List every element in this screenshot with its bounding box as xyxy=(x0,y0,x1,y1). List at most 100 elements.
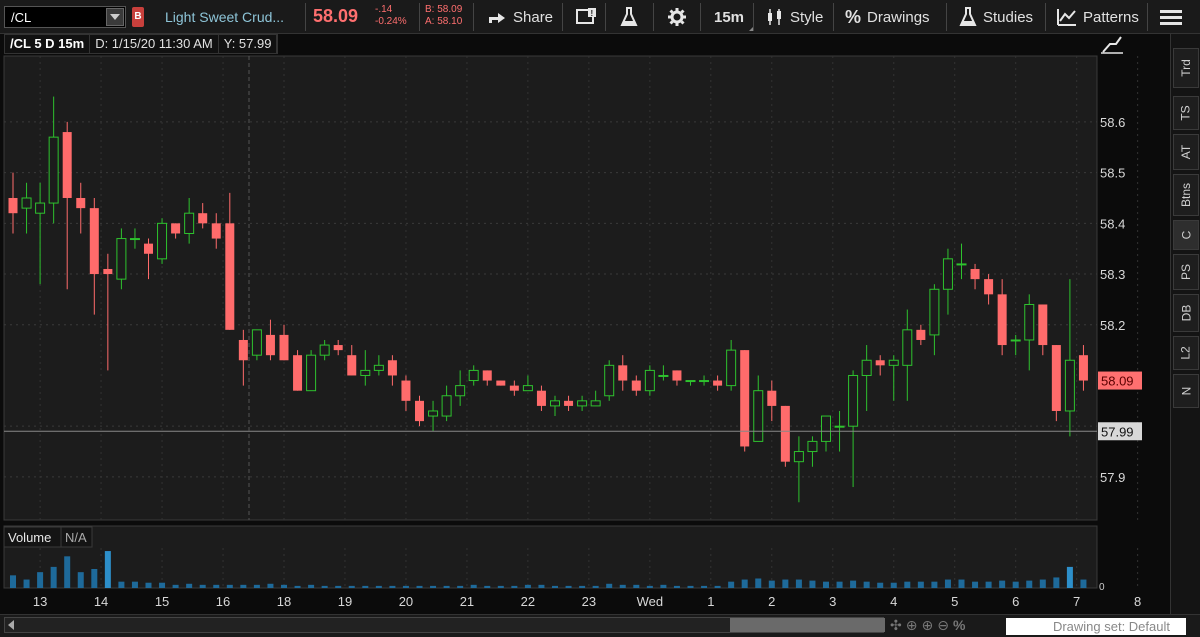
zoom-out-icon[interactable]: ⊖ xyxy=(937,617,949,634)
toolbar-menu-button[interactable] xyxy=(1160,0,1182,34)
side-tab-trd[interactable]: Trd xyxy=(1173,48,1199,88)
volume-bar xyxy=(118,581,125,588)
candle-body-down xyxy=(780,405,790,462)
volume-bar xyxy=(823,581,829,588)
side-panel-tabs: Trd TS AT Btns C PS DB L2 N xyxy=(1170,34,1200,614)
volume-bar xyxy=(538,584,545,588)
price-tick-label: 58.2 xyxy=(1100,318,1125,333)
volume-bar xyxy=(253,584,260,588)
volume-bar xyxy=(782,579,789,588)
volume-bar xyxy=(443,585,450,588)
toolbar-divider xyxy=(653,3,654,31)
style-label: Style xyxy=(790,8,824,26)
volume-bar xyxy=(213,584,220,588)
last-price-label: 58.09 xyxy=(1101,374,1134,389)
candle-body-down xyxy=(536,390,546,406)
volume-bar xyxy=(23,579,30,588)
studies-button[interactable]: Studies xyxy=(959,0,1033,34)
pan-icon[interactable]: ✣ xyxy=(890,617,902,634)
candle-body-up xyxy=(902,329,913,366)
volume-bar xyxy=(159,582,166,588)
patterns-button[interactable]: Patterns xyxy=(1057,0,1139,34)
flask-button[interactable] xyxy=(620,0,638,34)
candle-body-up xyxy=(942,258,953,290)
side-tab-ts[interactable]: TS xyxy=(1173,96,1199,130)
volume-bar xyxy=(511,585,518,588)
percent-icon: % xyxy=(845,6,862,27)
volume-bar xyxy=(701,585,708,588)
symbol-dropdown-button[interactable] xyxy=(106,8,124,26)
side-tab-ps[interactable]: PS xyxy=(1173,254,1199,290)
crosshair-icon[interactable]: ⊕ xyxy=(906,617,918,634)
volume-bar xyxy=(687,585,694,588)
candle-body-up xyxy=(699,380,710,383)
volume-bar xyxy=(281,584,287,588)
volume-label-box: Volume N/A xyxy=(3,526,93,548)
side-tab-at[interactable]: AT xyxy=(1173,134,1199,170)
toolbar-divider xyxy=(833,3,834,31)
chart-title: /CL 5 D 15m xyxy=(5,35,91,53)
volume-pane[interactable] xyxy=(3,525,1098,589)
volume-bar xyxy=(931,581,938,588)
volume-bar xyxy=(673,585,680,588)
style-button[interactable]: Style xyxy=(766,0,823,34)
volume-bar xyxy=(890,582,897,588)
time-tick-label: 5 xyxy=(951,594,958,609)
toolbar-divider xyxy=(473,3,474,31)
volume-bar xyxy=(104,551,111,588)
candle-body-up xyxy=(726,349,737,387)
volume-bar xyxy=(362,585,369,588)
settings-button[interactable] xyxy=(667,0,687,34)
candle-body-down xyxy=(76,197,86,209)
percent-icon[interactable]: % xyxy=(953,617,965,634)
studies-label: Studies xyxy=(983,8,1034,26)
time-tick-label: 21 xyxy=(460,594,474,609)
candle-body-down xyxy=(238,339,248,361)
scroll-left-icon[interactable] xyxy=(8,620,14,630)
volume-bar xyxy=(565,585,572,588)
link-flag-icon[interactable]: B xyxy=(132,7,144,27)
volume-bar xyxy=(904,581,911,588)
share-button[interactable]: Share xyxy=(487,0,553,34)
timeframe-button[interactable]: 15m xyxy=(714,0,755,34)
side-tab-l2[interactable]: L2 xyxy=(1173,336,1199,370)
candle-body-down xyxy=(631,380,641,391)
volume-bar xyxy=(497,585,504,588)
volume-bar xyxy=(186,583,193,588)
price-pane[interactable] xyxy=(3,55,1098,521)
side-tab-btns[interactable]: Btns xyxy=(1173,174,1199,216)
side-tab-n[interactable]: N xyxy=(1173,374,1199,408)
drawings-button[interactable]: % Drawings xyxy=(845,0,930,34)
candle-body-down xyxy=(997,294,1007,346)
symbol-selector[interactable]: /CL xyxy=(4,6,126,28)
symbol-input[interactable]: /CL xyxy=(5,10,106,25)
drawing-set-selector[interactable]: Drawing set: Default xyxy=(1006,618,1186,635)
price-chart[interactable]: 58.658.558.458.358.257.958.0957.99 13 14 1… xyxy=(0,34,1200,614)
scroll-thumb[interactable] xyxy=(730,618,885,632)
candle-body-up xyxy=(428,410,439,417)
toolbar-divider xyxy=(1147,3,1148,31)
candle-body-down xyxy=(103,268,113,275)
zoom-in-icon[interactable]: ⊕ xyxy=(921,617,933,634)
volume-bar xyxy=(240,584,247,588)
volume-bar xyxy=(145,582,152,588)
side-tab-db[interactable]: DB xyxy=(1173,294,1199,332)
side-tab-label: AT xyxy=(1178,144,1193,160)
chart-messages-button[interactable]: ! xyxy=(575,0,597,34)
volume-bar xyxy=(64,556,71,588)
side-tab-c[interactable]: C xyxy=(1173,220,1199,250)
candle-body-up xyxy=(319,344,330,356)
side-tab-label: Trd xyxy=(1179,59,1193,77)
volume-bar xyxy=(294,585,301,588)
candle-body-down xyxy=(1078,355,1088,381)
volume-bar xyxy=(552,585,558,588)
timeframe-label: 15m xyxy=(714,8,745,26)
volume-bar xyxy=(470,584,477,588)
chart-panel[interactable]: 58.6 58.5 58.4 58.3 58.2 57.9 58.09 57.99 13 14 1… xyxy=(0,34,1200,614)
toolbar-divider xyxy=(946,3,947,31)
volume-bar xyxy=(484,585,491,588)
flask-icon xyxy=(959,7,977,26)
chart-scrollbar[interactable] xyxy=(4,617,885,633)
cursor-price: Y: 57.99 xyxy=(219,35,278,53)
candles-icon xyxy=(768,9,781,25)
